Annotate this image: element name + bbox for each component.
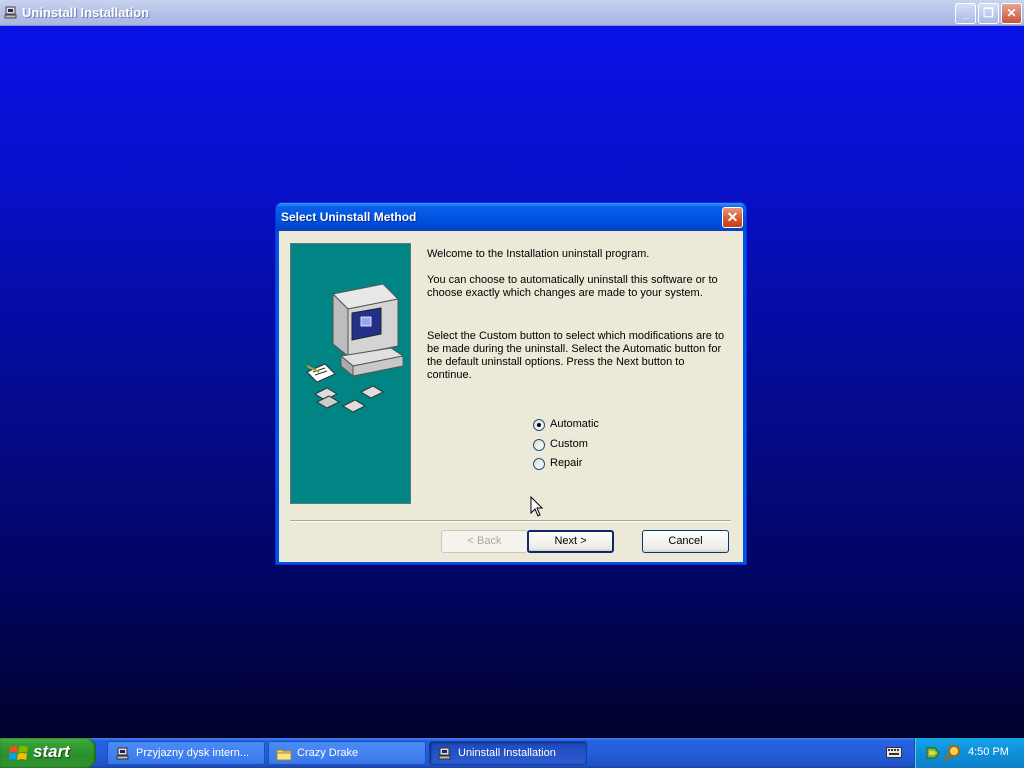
side-illustration-panel: [290, 243, 411, 504]
installer-icon: [116, 747, 129, 760]
taskbar-item-crazy-drake[interactable]: Crazy Drake: [268, 741, 426, 765]
taskbar-item-label: Uninstall Installation: [458, 747, 556, 759]
mouse-cursor-icon: [530, 496, 544, 517]
network-arrow-icon[interactable]: [925, 745, 941, 761]
computer-with-disks-illustration: [306, 284, 403, 413]
cancel-button[interactable]: Cancel: [642, 530, 729, 553]
installer-icon: [438, 747, 451, 760]
close-window-button[interactable]: ✕: [1001, 3, 1022, 24]
radio-repair-label[interactable]: Repair: [550, 457, 582, 469]
back-button[interactable]: < Back: [441, 530, 528, 553]
search-icon[interactable]: [944, 744, 962, 762]
clock: 4:50 PM: [968, 746, 1009, 758]
radio-custom-label[interactable]: Custom: [550, 438, 588, 450]
installer-icon: [4, 6, 17, 19]
folder-icon: [276, 749, 292, 761]
close-icon: ✕: [1006, 6, 1017, 20]
taskbar-item-uninstall-installation[interactable]: Uninstall Installation: [429, 741, 587, 765]
window-titlebar[interactable]: Uninstall Installation _ ❐ ✕: [0, 0, 1024, 26]
dialog-title: Select Uninstall Method: [281, 210, 417, 224]
taskbar: start Przyjazny dysk intern... Crazy Dra…: [0, 738, 1024, 768]
restore-button[interactable]: ❐: [978, 3, 999, 24]
close-icon: ✕: [726, 209, 739, 225]
minimize-icon: _: [962, 6, 969, 20]
radio-automatic-label[interactable]: Automatic: [550, 418, 599, 430]
dialog-body: Welcome to the Installation uninstall pr…: [279, 231, 743, 562]
windows-logo-icon: [9, 746, 28, 760]
select-uninstall-method-dialog: Select Uninstall Method ✕ Welcome to the…: [275, 202, 747, 565]
minimize-button[interactable]: _: [955, 3, 976, 24]
intro-text: You can choose to automatically uninstal…: [427, 274, 718, 299]
start-label: start: [33, 742, 70, 761]
radio-button[interactable]: [533, 458, 545, 470]
taskbar-item-przyjazny-dysk[interactable]: Przyjazny dysk intern...: [107, 741, 265, 765]
radio-button-checked[interactable]: [533, 419, 545, 431]
start-button[interactable]: start: [0, 738, 96, 768]
window-title: Uninstall Installation: [22, 5, 150, 20]
welcome-text: Welcome to the Installation uninstall pr…: [427, 248, 650, 260]
keyboard-icon[interactable]: [886, 745, 902, 759]
dialog-titlebar[interactable]: Select Uninstall Method ✕: [276, 203, 746, 231]
dialog-close-button[interactable]: ✕: [722, 207, 743, 228]
button-separator: [290, 520, 731, 522]
taskbar-item-label: Przyjazny dysk intern...: [136, 747, 250, 759]
next-button[interactable]: Next >: [527, 530, 614, 553]
system-tray: 4:50 PM: [914, 738, 1024, 768]
taskbar-item-label: Crazy Drake: [297, 747, 359, 759]
instructions-text: Select the Custom button to select which…: [427, 330, 725, 381]
restore-icon: ❐: [983, 6, 994, 20]
radio-button[interactable]: [533, 438, 545, 451]
